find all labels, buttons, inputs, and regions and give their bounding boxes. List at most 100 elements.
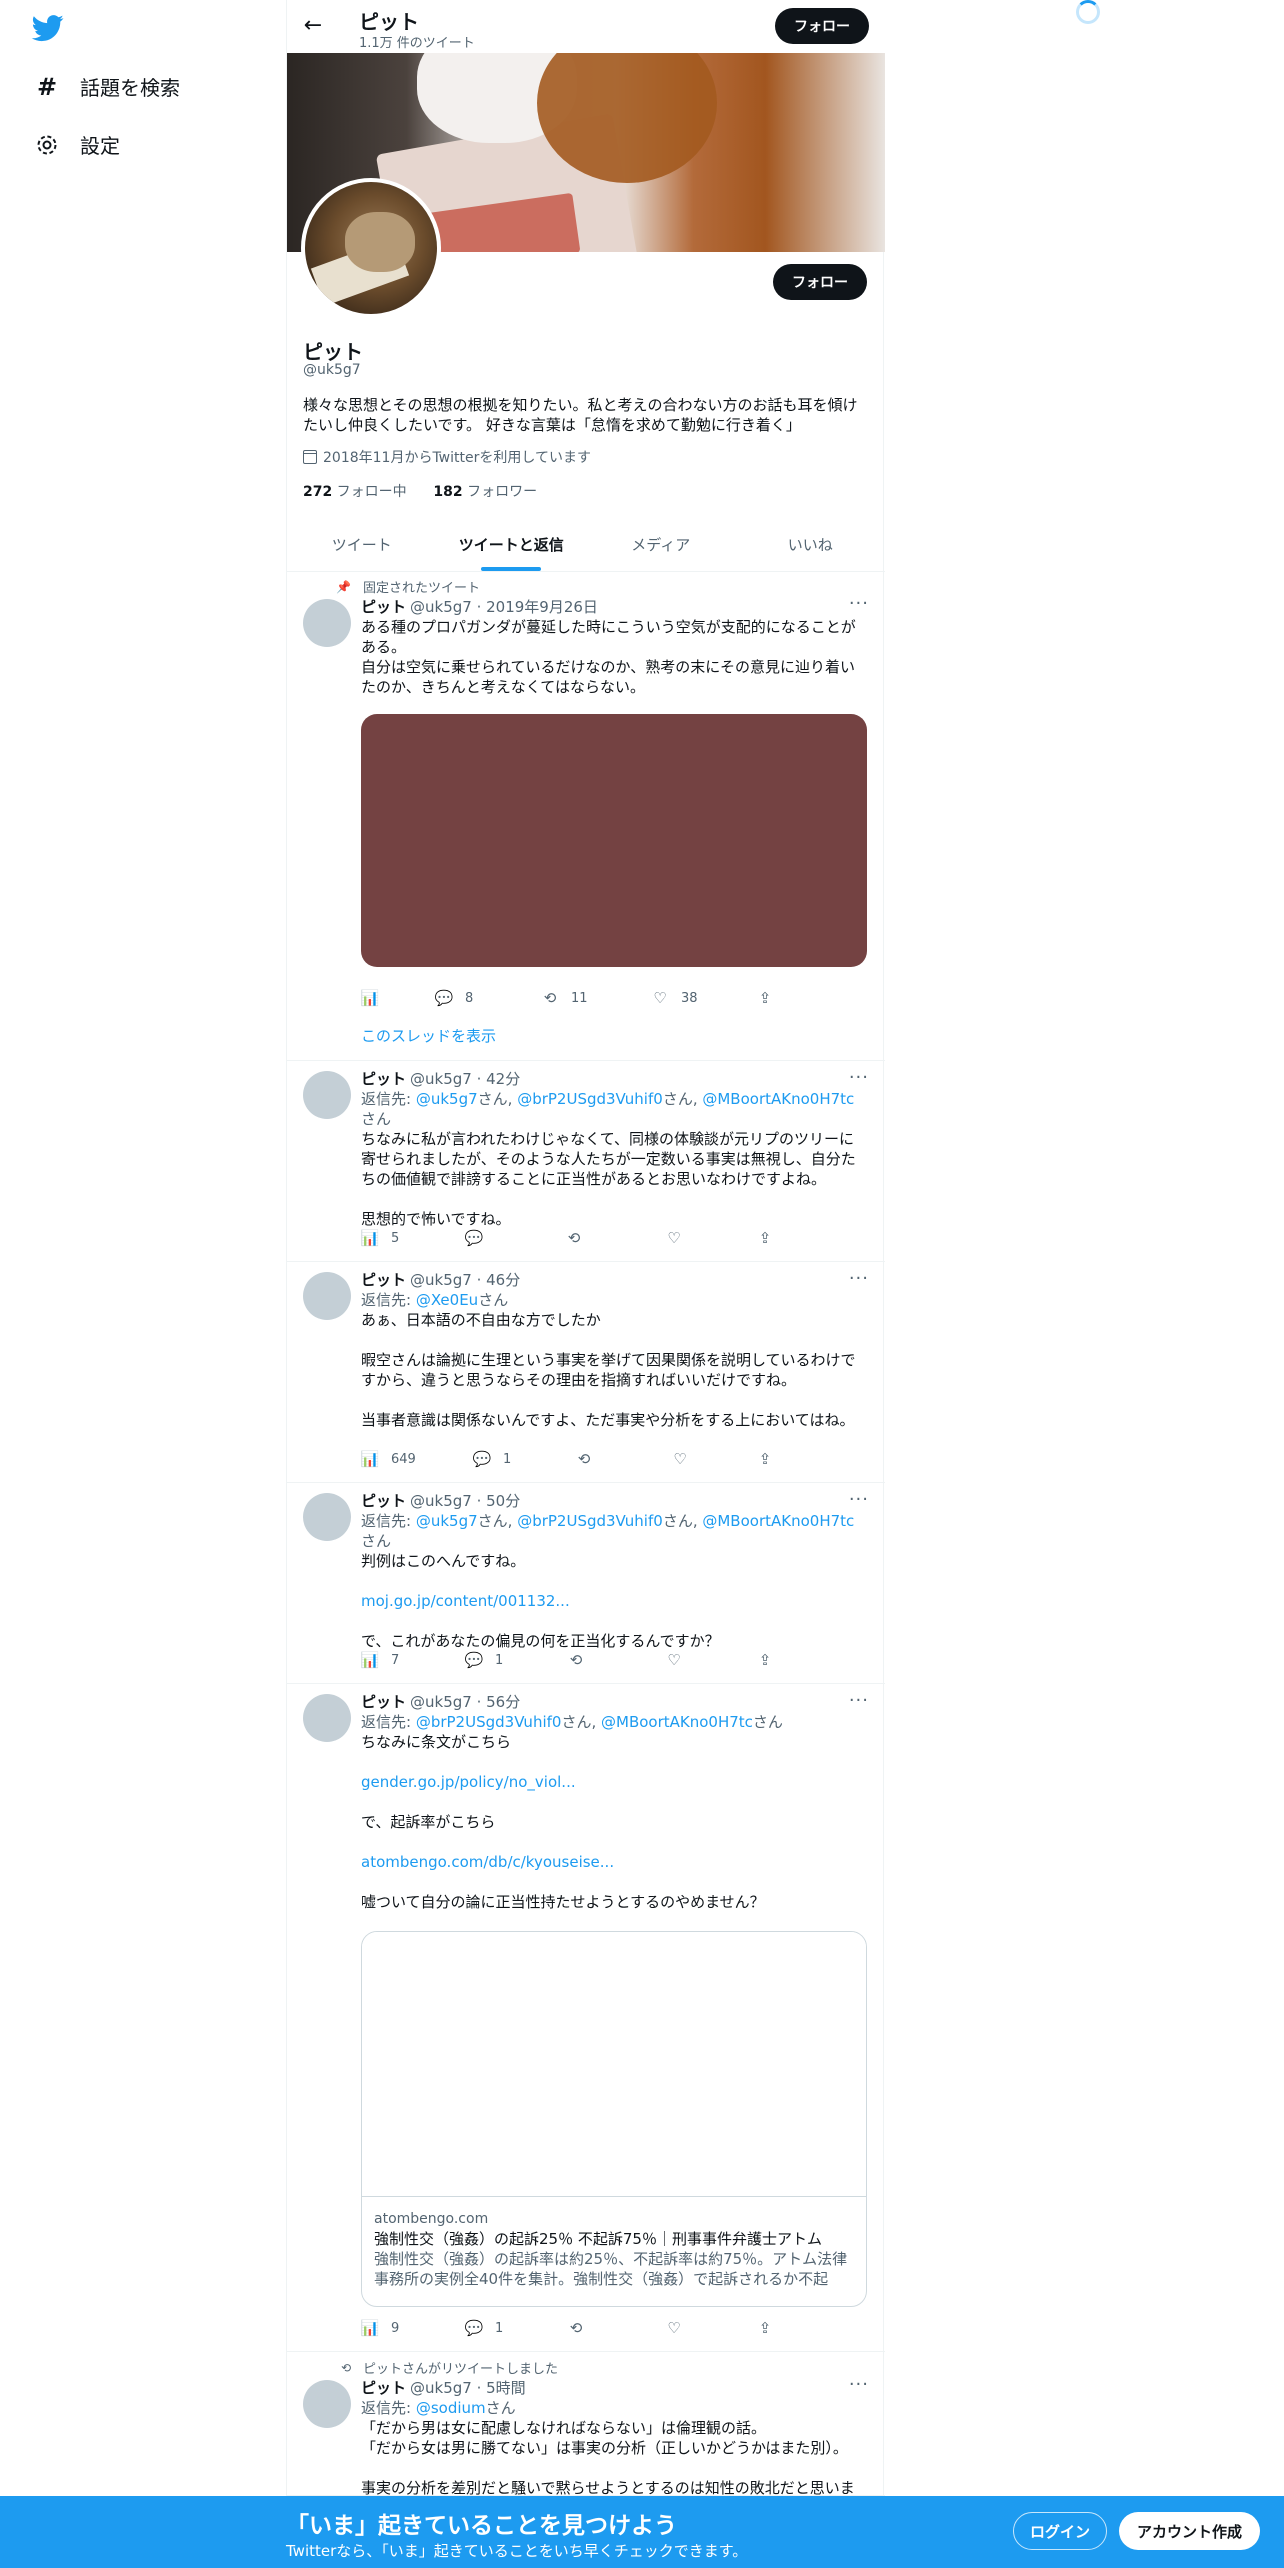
author-meta[interactable]: @uk5g7 · 50分	[410, 1491, 520, 1511]
retweet-icon: ⟲	[543, 989, 557, 1007]
profile-bio-line: 様々な思想とその思想の根拠を知りたい。私と考えの合わない方のお話も耳を傾け	[303, 396, 858, 414]
signup-button[interactable]: アカウント作成	[1119, 2512, 1260, 2550]
mention-link[interactable]: @brP2USgd3Vuhif0	[416, 1713, 562, 1731]
twitter-logo-icon[interactable]	[30, 12, 66, 44]
share-action[interactable]: ⇪	[756, 989, 786, 1007]
nav-explore[interactable]: # 話題を検索	[34, 72, 180, 101]
avatar[interactable]	[303, 1071, 351, 1119]
like-action[interactable]: ♡	[671, 1450, 701, 1468]
mention-link[interactable]: @MBoortAKno0H7tc	[601, 1713, 753, 1731]
login-button[interactable]: ログイン	[1013, 2512, 1107, 2550]
avatar[interactable]	[303, 2380, 351, 2428]
avatar[interactable]	[303, 1272, 351, 1320]
mention-link[interactable]: @brP2USgd3Vuhif0	[517, 1512, 663, 1530]
author-meta[interactable]: @uk5g7 · 46分	[410, 1270, 520, 1290]
tweet-link[interactable]: gender.go.jp/policy/no_viol...	[361, 1772, 869, 1792]
share-action[interactable]: ⇪	[756, 1450, 786, 1468]
tweet-line: 当事者意識は関係ないんですよ、ただ事実や分析をする上においてはね。	[361, 1411, 855, 1429]
reply-prefix: 返信先:	[361, 2399, 416, 2417]
views-action[interactable]: 📊 5	[361, 1229, 400, 1247]
tweet-body: ピット @uk5g7 · 2019年9月26日 ある種のプロパガンダが蔓延した時に…	[361, 597, 869, 697]
header-follow-button[interactable]: フォロー	[775, 8, 869, 44]
card-desc-line: 強制性交（強姦）の起訴率は約25％、不起訴率は約75％。アトム法律	[374, 2250, 848, 2268]
like-action[interactable]: ♡	[665, 2319, 695, 2337]
profile-handle: @uk5g7	[303, 362, 361, 378]
avatar[interactable]	[303, 1694, 351, 1742]
author-meta[interactable]: @uk5g7 · 42分	[410, 1069, 520, 1089]
tweet-text: 判例はこのへんですね。 moj.go.jp/content/001132... …	[361, 1551, 869, 1651]
show-thread-link[interactable]: このスレッドを表示	[361, 1025, 496, 1046]
like-action[interactable]: ♡	[665, 1651, 695, 1669]
retweet-action[interactable]: ⟲	[567, 2319, 597, 2337]
reply-action[interactable]: 💬	[465, 1229, 495, 1247]
retweet-action[interactable]: ⟲	[565, 1229, 595, 1247]
mention-link[interactable]: @Xe0Eu	[416, 1291, 478, 1309]
profile-stats: 272 フォロー中 182 フォロワー	[303, 481, 537, 501]
mention-link[interactable]: @uk5g7	[416, 1090, 478, 1108]
mention-link[interactable]: @MBoortAKno0H7tc	[702, 1512, 854, 1530]
tab-tweets-and-replies[interactable]: ツイートと返信	[437, 518, 587, 571]
tweet-link[interactable]: moj.go.jp/content/001132...	[361, 1591, 869, 1611]
like-action[interactable]: ♡ 38	[651, 989, 697, 1007]
author-meta[interactable]: @uk5g7 · 2019年9月26日	[410, 597, 598, 617]
tweet[interactable]: ··· ピット @uk5g7 · 42分 返信先: @uk5g7さん, @brP2…	[287, 1061, 885, 1262]
avatar[interactable]	[303, 599, 351, 647]
views-action[interactable]: 📊	[361, 989, 391, 1007]
author-name[interactable]: ピット	[361, 1270, 406, 1290]
views-action[interactable]: 📊 9	[361, 2319, 400, 2337]
share-action[interactable]: ⇪	[756, 1229, 786, 1247]
tweet-link[interactable]: atombengo.com/db/c/kyouseise...	[361, 1852, 869, 1872]
retweet-action[interactable]: ⟲	[575, 1450, 605, 1468]
tab-tweets[interactable]: ツイート	[287, 518, 437, 571]
views-count: 7	[391, 1652, 400, 1668]
tweet-actions: 📊 9 💬 1 ⟲ ♡ ⇪	[361, 2318, 781, 2338]
share-action[interactable]: ⇪	[756, 1651, 786, 1669]
tweet-line: で、起訴率がこちら	[361, 1813, 496, 1831]
tweet[interactable]: 📌 固定されたツイート ··· ピット @uk5g7 · 2019年9月26日 あ…	[287, 571, 885, 1061]
author-name[interactable]: ピット	[361, 1491, 406, 1511]
retweet-icon: ⟲	[567, 1229, 581, 1247]
reply-prefix: 返信先:	[361, 1713, 416, 1731]
link-preview-card[interactable]: atombengo.com 強制性交（強姦）の起訴25％ 不起訴75％｜刑事事件…	[361, 1931, 867, 2307]
back-arrow-icon[interactable]: ←	[301, 14, 325, 38]
author-name[interactable]: ピット	[361, 2378, 406, 2398]
avatar[interactable]	[303, 1493, 351, 1541]
tweet[interactable]: ··· ピット @uk5g7 · 50分 返信先: @uk5g7さん, @brP2…	[287, 1483, 885, 1684]
mention-link[interactable]: @sodium	[416, 2399, 486, 2417]
share-action[interactable]: ⇪	[756, 2319, 786, 2337]
reply-action[interactable]: 💬 8	[435, 989, 474, 1007]
reply-action[interactable]: 💬 1	[473, 1450, 512, 1468]
author-name[interactable]: ピット	[361, 1692, 406, 1712]
like-action[interactable]: ♡	[665, 1229, 695, 1247]
author-name[interactable]: ピット	[361, 597, 406, 617]
reply-icon: 💬	[464, 1651, 484, 1669]
tweet[interactable]: ··· ピット @uk5g7 · 46分 返信先: @Xe0Euさん あぁ、日本語…	[287, 1262, 885, 1483]
mention-link[interactable]: @MBoortAKno0H7tc	[702, 1090, 854, 1108]
profile-follow-button[interactable]: フォロー	[773, 264, 867, 300]
author-meta[interactable]: @uk5g7 · 56分	[410, 1692, 520, 1712]
profile-avatar[interactable]	[301, 178, 441, 318]
tweet-line: 寄せられましたが、そのような人たちが一定数いる事実は無視し、自分た	[361, 1150, 856, 1168]
views-action[interactable]: 📊 649	[361, 1450, 416, 1468]
views-action[interactable]: 📊 7	[361, 1651, 400, 1669]
author-meta[interactable]: @uk5g7 · 5時間	[410, 2378, 526, 2398]
nav-settings[interactable]: 設定	[34, 130, 120, 159]
mention-link[interactable]: @uk5g7	[416, 1512, 478, 1530]
tab-likes[interactable]: いいね	[736, 518, 886, 571]
retweet-action[interactable]: ⟲ 11	[541, 989, 588, 1007]
reply-action[interactable]: 💬 1	[465, 2319, 504, 2337]
reply-action[interactable]: 💬 1	[464, 1651, 504, 1669]
following-link[interactable]: 272 フォロー中	[303, 484, 407, 500]
card-title: 強制性交（強姦）の起訴25％ 不起訴75％｜刑事事件弁護士アトム	[374, 2230, 822, 2248]
tweet[interactable]: ··· ピット @uk5g7 · 56分 返信先: @brP2USgd3Vuhif…	[287, 1684, 885, 2352]
tweet-media-image[interactable]	[361, 714, 867, 967]
signup-banner: 「いま」起きていることを見つけよう Twitterなら、「いま」起きていることを…	[0, 2496, 1284, 2568]
tweet[interactable]: ⟲ ピットさんがリツイートしました ··· ピット @uk5g7 · 5時間 返信…	[287, 2352, 885, 2496]
mention-link[interactable]: @brP2USgd3Vuhif0	[517, 1090, 663, 1108]
followers-link[interactable]: 182 フォロワー	[433, 484, 537, 500]
author-name[interactable]: ピット	[361, 1069, 406, 1089]
tweet-line: ちなみに私が言われたわけじゃなくて、同様の体験談が元リプのツリーに	[361, 1130, 855, 1148]
tab-media[interactable]: メディア	[586, 518, 736, 571]
card-image	[362, 1932, 866, 2197]
retweet-action[interactable]: ⟲	[567, 1651, 597, 1669]
